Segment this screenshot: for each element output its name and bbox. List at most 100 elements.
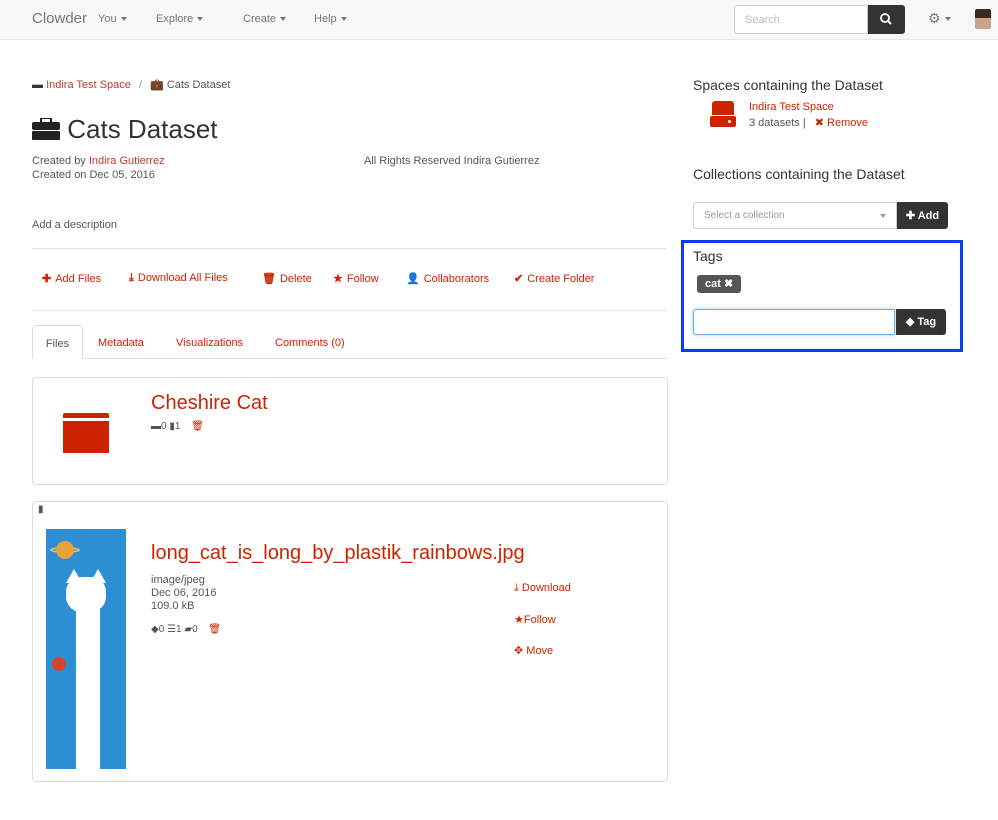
breadcrumb-space-label: Indira Test Space [46, 79, 131, 91]
download-icon: ⤓ [129, 272, 134, 284]
download-icon: ⤓ [514, 582, 522, 594]
file-counts: ◆0 ☰1 ▰0 🗑 [151, 624, 221, 635]
create-folder-label: Create Folder [527, 273, 595, 285]
drive-icon [710, 101, 736, 127]
creator-link[interactable]: Indira Gutierrez [89, 155, 165, 167]
gear-icon: ⚙ [928, 10, 941, 26]
drive-icon: ▬ [32, 79, 47, 91]
settings-menu[interactable]: ⚙ [928, 10, 951, 27]
download-all-button[interactable]: ⤓ Download All Files [129, 272, 228, 285]
tags-heading: Tags [693, 248, 723, 264]
add-collection-label: Add [917, 210, 940, 222]
add-description[interactable]: Add a description [32, 219, 117, 231]
file-size: 109.0 kB [151, 600, 195, 612]
remove-space-label: Remove [827, 117, 868, 129]
create-folder-button[interactable]: ✔ Create Folder [514, 272, 594, 285]
file-item: ▮ long_cat_is_long_by_plastik_rainbows.j… [32, 501, 668, 782]
close-icon: ✖ [814, 117, 828, 129]
follow-file-label: Follow [523, 614, 556, 626]
move-file-label: Move [526, 645, 554, 657]
dataset-title: Cats Dataset [67, 114, 218, 144]
page-title: Cats Dataset [32, 114, 218, 145]
search-button[interactable] [868, 5, 905, 34]
delete-label: Delete [279, 273, 312, 285]
menu-help[interactable]: Help [314, 13, 347, 25]
space-meta: 3 datasets | ✖ Remove [749, 116, 868, 129]
move-file-link[interactable]: ✥ Move [514, 644, 553, 657]
download-file-label: Download [521, 582, 571, 594]
chevron-down-icon [120, 17, 127, 22]
briefcase-icon: 💼 [150, 79, 167, 91]
follow-button[interactable]: ★ Follow [333, 272, 379, 285]
tags-count: 0 [158, 624, 165, 635]
space-link[interactable]: Indira Test Space [749, 101, 834, 113]
file-icon: ▮ [38, 504, 44, 515]
folder-name-link[interactable]: Cheshire Cat [151, 392, 268, 415]
folder-count: 0 [161, 421, 167, 432]
collection-select[interactable]: Select a collection [693, 202, 897, 229]
file-meta: image/jpeg Dec 06, 2016 109.0 kB [151, 574, 216, 613]
tags-icon: ◆ [151, 624, 159, 635]
created-on: Created on Dec 05, 2016 [32, 169, 155, 181]
delete-button[interactable]: 🗑 Delete [262, 272, 312, 285]
chevron-down-icon [197, 17, 204, 22]
file-thumbnail[interactable] [46, 529, 126, 769]
dataset-created-info: Created by Indira Gutierrez Created on D… [32, 154, 165, 182]
download-all-label: Download All Files [137, 272, 228, 284]
menu-create[interactable]: Create [243, 13, 287, 25]
collaborators-button[interactable]: 👤 Collaborators [406, 272, 489, 285]
breadcrumb-current-label: Cats Dataset [166, 79, 231, 91]
search-input[interactable] [734, 5, 868, 34]
chevron-down-icon [944, 17, 951, 22]
tag-chip[interactable]: cat ✖ [697, 275, 742, 293]
add-collection-button[interactable]: ✚ Add [897, 202, 948, 229]
divider [32, 248, 667, 249]
add-files-button[interactable]: ✚ Add Files [42, 272, 101, 285]
list-icon: ☰ [167, 624, 177, 635]
menu-you-label: You [98, 13, 117, 25]
briefcase-icon [32, 117, 60, 140]
folder-icon[interactable] [63, 413, 109, 453]
remove-space-button[interactable]: ✖ Remove [815, 117, 868, 129]
tab-files[interactable]: Files [32, 325, 83, 359]
created-by-prefix: Created by [32, 155, 86, 167]
check-icon: ✔ [514, 273, 524, 285]
tab-visualizations[interactable]: Visualizations [176, 325, 243, 359]
follow-label: Follow [346, 273, 379, 285]
tab-metadata[interactable]: Metadata [98, 325, 144, 359]
collection-select-placeholder: Select a collection [704, 210, 785, 221]
breadcrumb-current: 💼 Cats Dataset [150, 79, 230, 91]
license-text: All Rights Reserved Indira Gutierrez [364, 155, 540, 167]
menu-help-label: Help [314, 13, 337, 25]
breadcrumb-space-link[interactable]: ▬ Indira Test Space [32, 79, 131, 91]
chevron-down-icon [880, 214, 886, 218]
delete-folder-icon[interactable]: 🗑 [191, 421, 204, 432]
close-icon[interactable]: ✖ [724, 278, 733, 290]
user-icon: 👤 [406, 273, 420, 285]
brand-logo[interactable]: Clowder [32, 10, 87, 27]
add-tag-label: Tag [917, 316, 937, 328]
folder-count-icon: ▬ [151, 421, 161, 432]
avatar[interactable] [975, 9, 991, 29]
metadata-count: 1 [176, 624, 182, 635]
download-file-link[interactable]: ⤓ Download [514, 582, 571, 595]
tab-comments[interactable]: Comments (0) [275, 325, 345, 359]
collections-heading: Collections containing the Dataset [693, 166, 905, 182]
file-name-link[interactable]: long_cat_is_long_by_plastik_rainbows.jpg [151, 542, 525, 565]
trash-icon: 🗑 [262, 273, 276, 285]
space-meta-divider: | [802, 117, 806, 129]
add-tag-button[interactable]: ◆ Tag [896, 309, 946, 335]
follow-file-link[interactable]: ★Follow [514, 613, 556, 626]
menu-you[interactable]: You [98, 13, 127, 25]
file-date: Dec 06, 2016 [151, 587, 217, 599]
star-icon: ★ [514, 614, 524, 626]
tag-icon: ◆ [905, 316, 918, 328]
menu-explore[interactable]: Explore [156, 13, 204, 25]
collaborators-label: Collaborators [423, 273, 490, 285]
tag-input[interactable] [693, 309, 895, 335]
folder-item: Cheshire Cat ▬0 ▮1 🗑 [32, 377, 668, 485]
move-icon: ✥ [514, 645, 527, 657]
plus-icon: ✚ [905, 210, 918, 222]
delete-file-icon[interactable]: 🗑 [208, 624, 221, 635]
plus-icon: ✚ [42, 273, 52, 285]
